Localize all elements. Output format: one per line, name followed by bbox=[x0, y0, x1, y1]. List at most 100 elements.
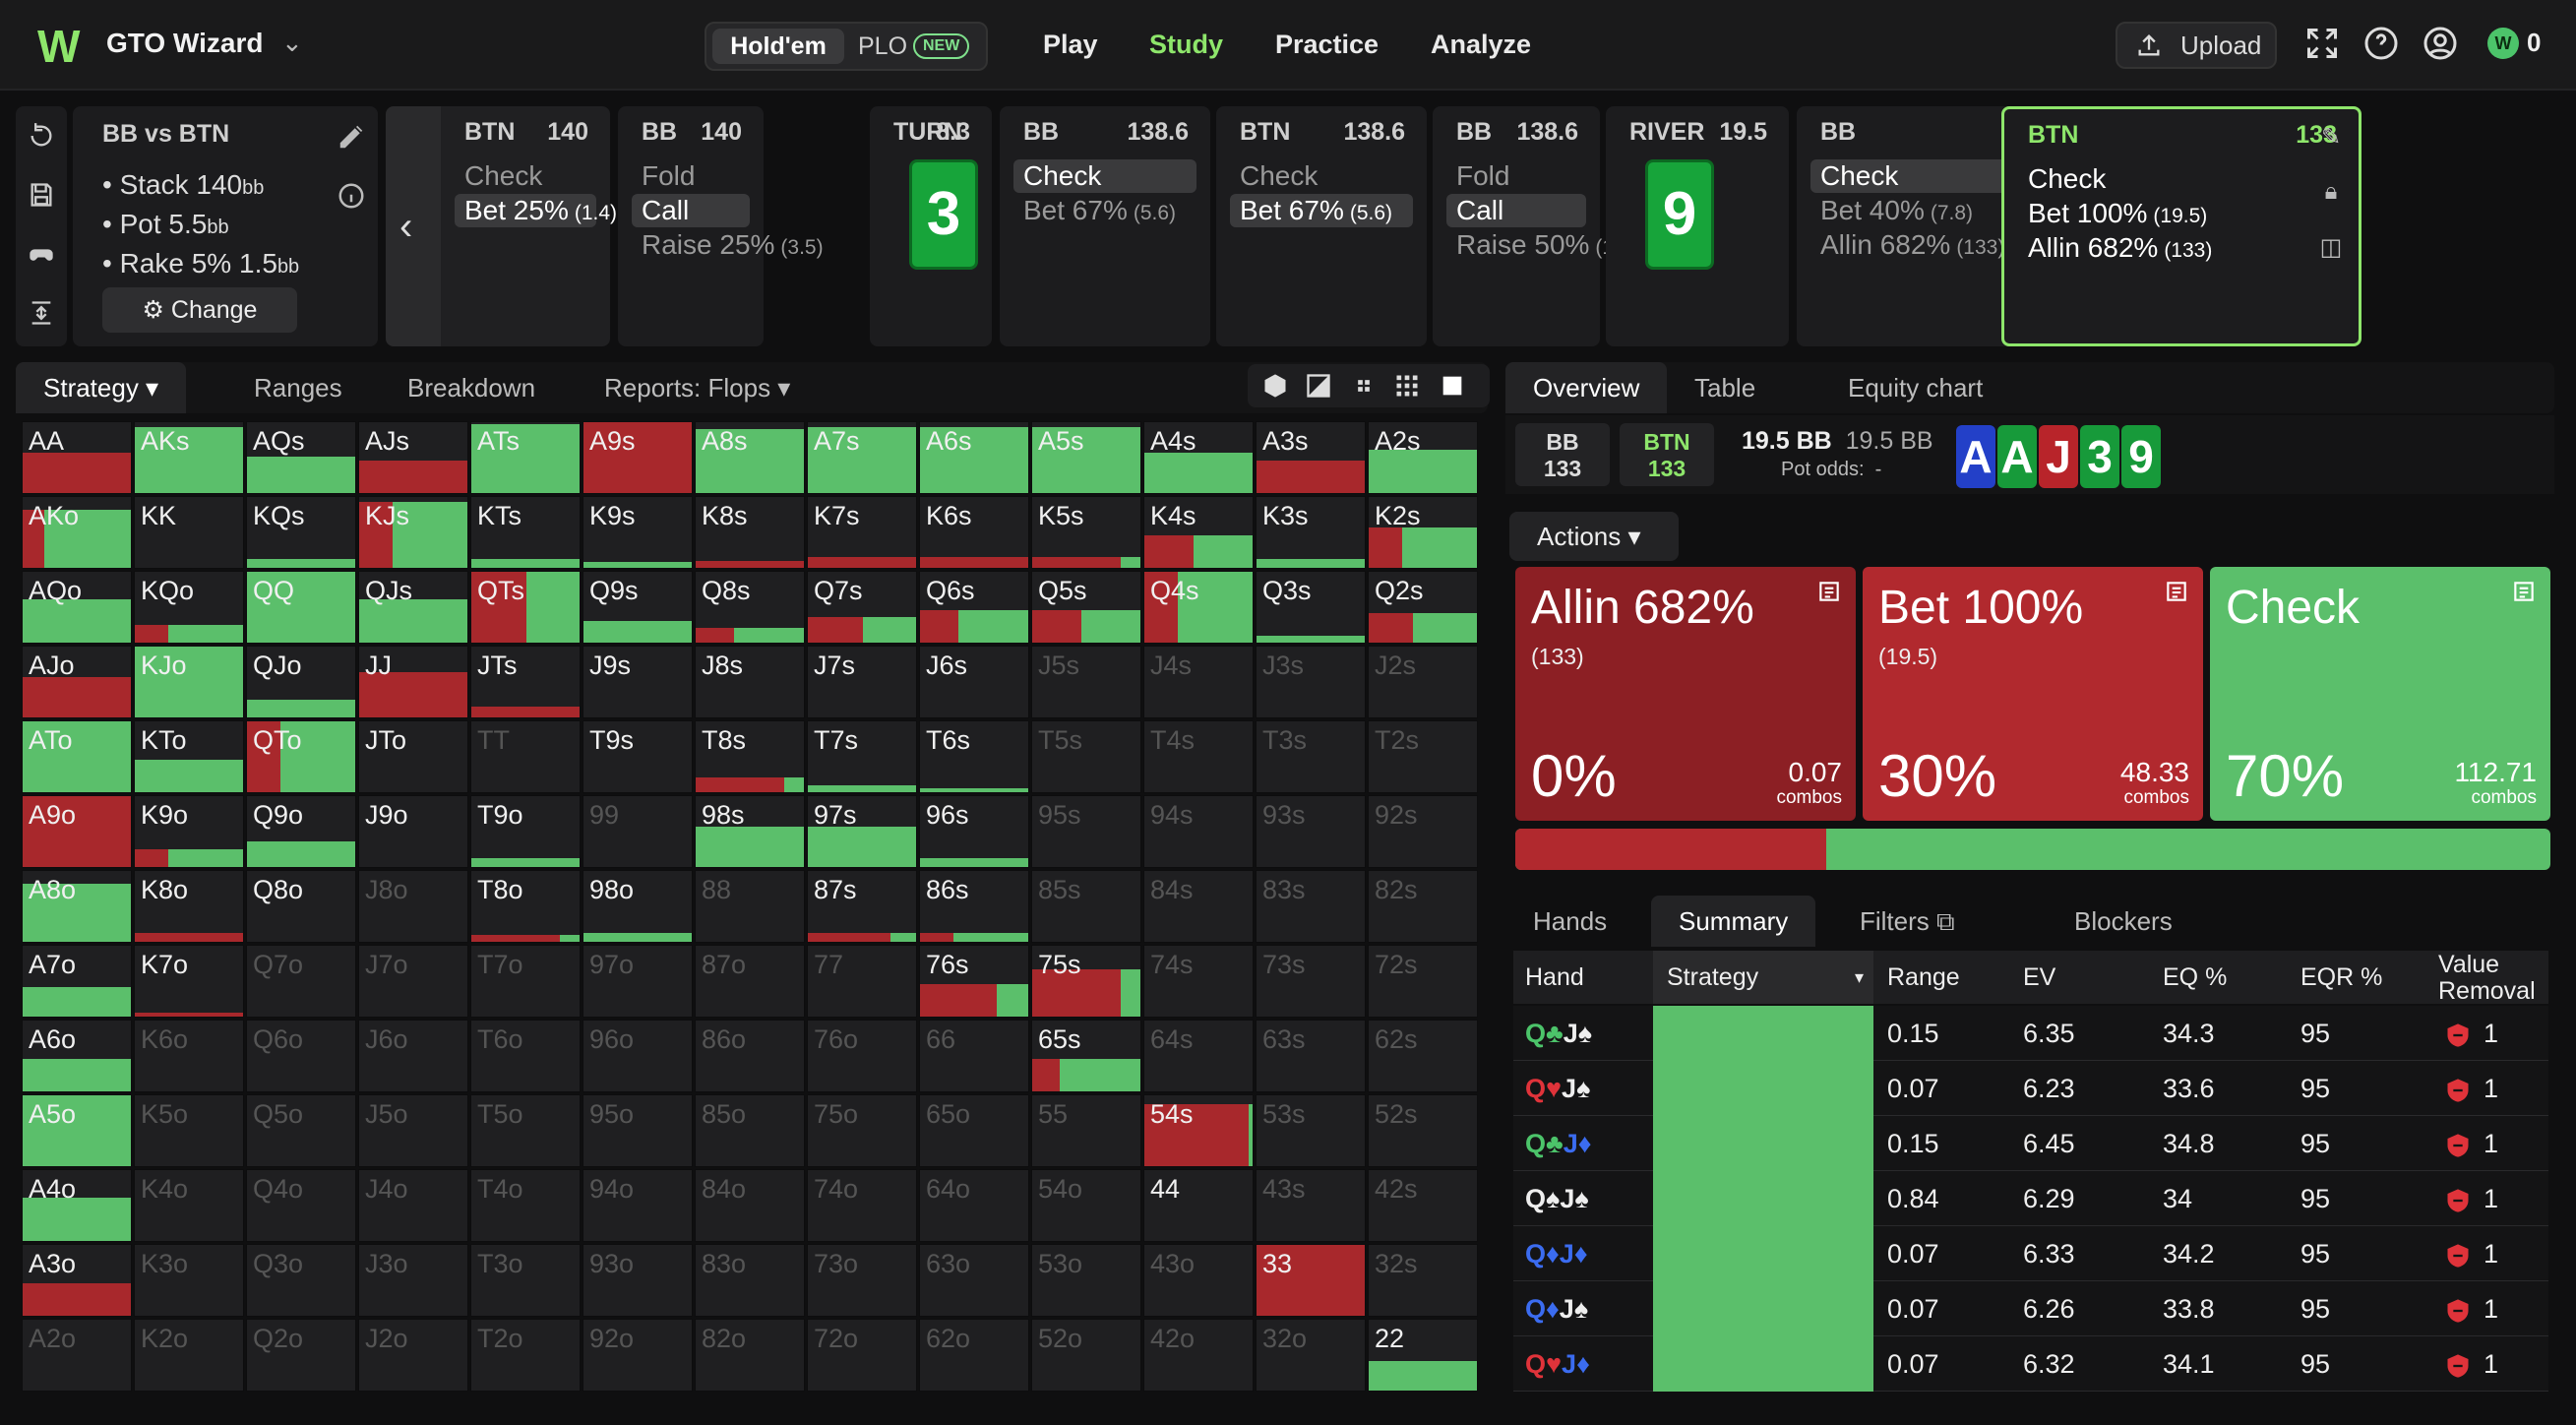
hand-cell[interactable]: 65o bbox=[919, 1094, 1029, 1167]
hand-cell[interactable]: 54o bbox=[1031, 1169, 1141, 1242]
hand-cell[interactable]: K5s bbox=[1031, 496, 1141, 569]
hand-cell[interactable]: 32s bbox=[1368, 1244, 1478, 1317]
hand-cell[interactable]: 86o bbox=[695, 1020, 805, 1092]
hand-cell[interactable]: 33 bbox=[1256, 1244, 1366, 1317]
brand-name[interactable]: GTO Wizard bbox=[106, 28, 263, 59]
info-icon[interactable] bbox=[337, 181, 366, 211]
hand-cell[interactable]: T5s bbox=[1031, 720, 1141, 793]
hand-cell[interactable]: T6s bbox=[919, 720, 1029, 793]
hand-cell[interactable]: 63s bbox=[1256, 1020, 1366, 1092]
path-option[interactable]: Check bbox=[2018, 162, 2351, 196]
hand-cell[interactable]: 53o bbox=[1031, 1244, 1141, 1317]
note-icon[interactable] bbox=[2511, 579, 2537, 604]
hand-cell[interactable]: AKo bbox=[22, 496, 132, 569]
player-chip-bb[interactable]: BB 133 bbox=[1515, 423, 1610, 486]
grid-icon[interactable] bbox=[1393, 372, 1421, 400]
hand-cell[interactable]: A7o bbox=[22, 945, 132, 1018]
hand-cell[interactable]: Q8s bbox=[695, 571, 805, 644]
tab-ranges[interactable]: Ranges bbox=[226, 362, 370, 413]
holdem-option[interactable]: Hold'em bbox=[712, 29, 844, 64]
split-icon[interactable]: ◫ bbox=[2317, 233, 2345, 261]
path-option[interactable]: Call bbox=[1446, 194, 1586, 227]
hand-cell[interactable]: KJo bbox=[134, 646, 244, 718]
hand-cell[interactable]: Q4s bbox=[1143, 571, 1254, 644]
path-option[interactable]: Check bbox=[1230, 159, 1413, 193]
path-option[interactable]: Bet 67% (5.6) bbox=[1230, 194, 1413, 227]
table-row[interactable]: Q♥J♠ 0.07 6.23 33.6 95 1 bbox=[1513, 1061, 2548, 1116]
path-option[interactable]: Bet 100% (19.5) bbox=[2018, 197, 2351, 230]
coin-icon[interactable]: W bbox=[2487, 28, 2519, 59]
path-option[interactable]: Check bbox=[455, 159, 596, 193]
note-icon[interactable] bbox=[1816, 579, 1842, 604]
action-card[interactable]: Allin 682% (133) 0% 0.07 combos bbox=[1515, 567, 1856, 821]
hand-cell[interactable]: K7s bbox=[807, 496, 917, 569]
path-option[interactable]: Raise 25% (3.5) bbox=[632, 228, 824, 262]
hand-cell[interactable]: ATs bbox=[470, 421, 581, 494]
tab-filters[interactable]: Filters ⧉ bbox=[1832, 896, 1983, 947]
hand-cell[interactable]: 42o bbox=[1143, 1319, 1254, 1392]
hand-cell[interactable]: QQ bbox=[246, 571, 356, 644]
path-option[interactable]: Bet 67% (5.6) bbox=[1013, 194, 1196, 227]
hand-cell[interactable]: T2s bbox=[1368, 720, 1478, 793]
path-option[interactable]: Check bbox=[1013, 159, 1196, 193]
path-card[interactable]: BB 140 Fold Call Raise 25% (3.5) bbox=[618, 106, 824, 346]
hand-cell[interactable]: 97o bbox=[583, 945, 693, 1018]
hand-cell[interactable]: 52s bbox=[1368, 1094, 1478, 1167]
wizard-logo[interactable]: W bbox=[37, 24, 89, 69]
path-card[interactable]: TURN 8.3 3 bbox=[870, 106, 992, 346]
change-button[interactable]: ⚙ Change bbox=[102, 287, 297, 333]
hand-cell[interactable]: 74s bbox=[1143, 945, 1254, 1018]
compress-icon[interactable] bbox=[1350, 372, 1378, 400]
hand-cell[interactable]: 54s bbox=[1143, 1094, 1254, 1167]
hand-cell[interactable]: 74o bbox=[807, 1169, 917, 1242]
hand-cell[interactable]: A3o bbox=[22, 1244, 132, 1317]
path-card[interactable]: BTN 133 Check Bet 100% (19.5) Allin 682% (133)… bbox=[2001, 106, 2361, 346]
hand-cell[interactable]: 84o bbox=[695, 1169, 805, 1242]
hand-cell[interactable]: 95o bbox=[583, 1094, 693, 1167]
hand-cell[interactable]: T3s bbox=[1256, 720, 1366, 793]
hand-cell[interactable]: J7o bbox=[358, 945, 468, 1018]
hand-cell[interactable]: K7o bbox=[134, 945, 244, 1018]
action-card[interactable]: Bet 100% (19.5) 30% 48.33 combos bbox=[1863, 567, 2203, 821]
col-value-removal[interactable]: Value Removal bbox=[2438, 951, 2536, 1005]
hand-cell[interactable]: 85s bbox=[1031, 870, 1141, 943]
tab-overview[interactable]: Overview bbox=[1505, 362, 1668, 413]
hand-cell[interactable]: Q4o bbox=[246, 1169, 356, 1242]
hand-cell[interactable]: K4o bbox=[134, 1169, 244, 1242]
hand-cell[interactable]: 98s bbox=[695, 795, 805, 868]
hand-cell[interactable]: A5s bbox=[1031, 421, 1141, 494]
hand-cell[interactable]: Q2s bbox=[1368, 571, 1478, 644]
hand-cell[interactable]: AJs bbox=[358, 421, 468, 494]
hand-cell[interactable]: AQo bbox=[22, 571, 132, 644]
hand-cell[interactable]: 96o bbox=[583, 1020, 693, 1092]
square-icon[interactable] bbox=[1439, 372, 1466, 400]
hand-cell[interactable]: T7o bbox=[470, 945, 581, 1018]
hand-cell[interactable]: T9s bbox=[583, 720, 693, 793]
lock-icon[interactable]: 🔒︎ bbox=[2317, 178, 2345, 206]
hand-cell[interactable]: Q5o bbox=[246, 1094, 356, 1167]
hand-cell[interactable]: 72o bbox=[807, 1319, 917, 1392]
hand-cell[interactable]: AA bbox=[22, 421, 132, 494]
hand-cell[interactable]: 87o bbox=[695, 945, 805, 1018]
hand-cell[interactable]: Q9o bbox=[246, 795, 356, 868]
table-row[interactable]: Q♠J♠ 0.84 6.29 34 95 1 bbox=[1513, 1171, 2548, 1226]
hand-cell[interactable]: J5s bbox=[1031, 646, 1141, 718]
tab-reports[interactable]: Reports: Flops ▾ bbox=[577, 362, 818, 413]
hand-cell[interactable]: 43s bbox=[1256, 1169, 1366, 1242]
col-eqr[interactable]: EQR % bbox=[2300, 951, 2383, 1004]
hand-cell[interactable]: 44 bbox=[1143, 1169, 1254, 1242]
col-strategy[interactable]: Strategy ▾ bbox=[1653, 951, 1873, 1004]
account-icon[interactable] bbox=[2423, 26, 2458, 61]
hand-cell[interactable]: J8s bbox=[695, 646, 805, 718]
hand-cell[interactable]: 73o bbox=[807, 1244, 917, 1317]
hand-cell[interactable]: 84s bbox=[1143, 870, 1254, 943]
hand-cell[interactable]: T8s bbox=[695, 720, 805, 793]
hand-cell[interactable]: K5o bbox=[134, 1094, 244, 1167]
hand-cell[interactable]: Q9s bbox=[583, 571, 693, 644]
edit-icon[interactable]: ✎ bbox=[2317, 123, 2345, 151]
table-row[interactable]: Q♦J♠ 0.07 6.26 33.8 95 1 bbox=[1513, 1281, 2548, 1336]
action-card[interactable]: Check 70% 112.71 combos bbox=[2210, 567, 2550, 821]
hand-cell[interactable]: 94o bbox=[583, 1169, 693, 1242]
hand-cell[interactable]: Q7s bbox=[807, 571, 917, 644]
hand-cell[interactable]: J6s bbox=[919, 646, 1029, 718]
